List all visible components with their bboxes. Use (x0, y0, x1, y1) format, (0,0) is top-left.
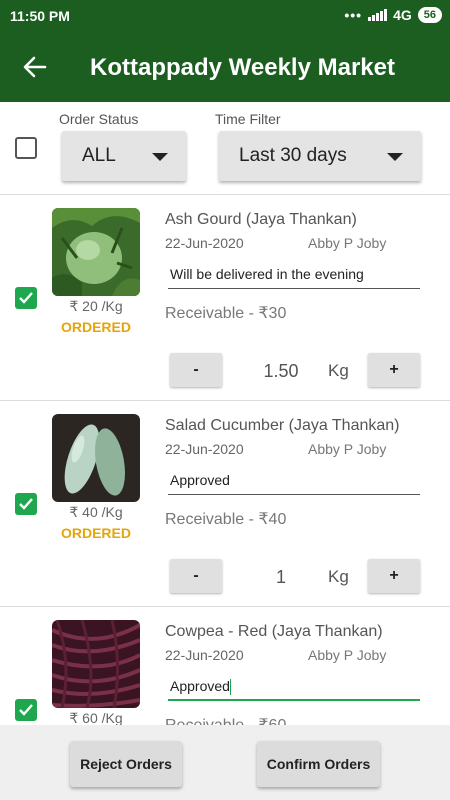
signal-icon (368, 9, 388, 21)
order-item: ₹ 40 /Kg ORDERED Salad Cucumber (Jaya Th… (0, 401, 450, 607)
increase-quantity-button[interactable]: + (368, 353, 420, 387)
unit-price: ₹ 60 /Kg (69, 710, 123, 725)
check-icon (19, 292, 33, 304)
chevron-down-icon (387, 153, 403, 161)
unit-price: ₹ 40 /Kg (69, 504, 123, 520)
order-status-label: Order Status (59, 111, 139, 127)
order-status-value: ALL (82, 145, 116, 166)
quantity-value: 1 (275, 567, 286, 587)
order-item: ₹ 60 /Kg Cowpea - Red (Jaya Thankan) 22-… (0, 607, 450, 725)
receivable-amount: Receivable - ₹60 (165, 715, 286, 725)
order-date: 22-Jun-2020 (165, 235, 244, 251)
more-dots-icon: ••• (344, 7, 363, 23)
buyer-name: Abby P Joby (308, 441, 387, 457)
status-icons: ••• 4G 56 (344, 7, 442, 23)
product-image-salad-cucumber (52, 414, 140, 502)
product-image-cowpea-red (52, 620, 140, 708)
order-checkbox[interactable] (15, 699, 37, 721)
status-time: 11:50 PM (10, 8, 70, 24)
order-checkbox[interactable] (15, 287, 37, 309)
receivable-amount: Receivable - ₹40 (165, 511, 287, 528)
product-image-ash-gourd (52, 208, 140, 296)
back-button[interactable] (20, 52, 50, 82)
quantity-unit: Kg (328, 567, 349, 586)
order-item: ₹ 20 /Kg ORDERED Ash Gourd (Jaya Thankan… (0, 195, 450, 401)
order-status-badge: ORDERED (60, 525, 131, 541)
order-note-field[interactable]: Approved (168, 465, 420, 495)
receivable-amount: Receivable - ₹30 (165, 305, 287, 322)
decrease-quantity-button[interactable]: - (170, 353, 222, 387)
confirm-orders-button[interactable]: Confirm Orders (257, 741, 380, 787)
order-status-dropdown[interactable]: ALL (62, 131, 186, 181)
reject-orders-button[interactable]: Reject Orders (70, 741, 182, 787)
buyer-name: Abby P Joby (308, 647, 387, 663)
check-icon (19, 498, 33, 510)
quantity-unit: Kg (328, 361, 349, 380)
filter-bar: Order Status ALL Time Filter Last 30 day… (0, 102, 450, 195)
chevron-down-icon (152, 153, 168, 161)
product-name: Ash Gourd (Jaya Thankan) (165, 211, 357, 228)
arrow-left-icon (23, 56, 47, 78)
time-filter-value: Last 30 days (239, 145, 347, 166)
increase-quantity-button[interactable]: + (368, 559, 420, 593)
order-note-field[interactable]: Will be delivered in the evening (168, 259, 420, 289)
action-footer: Reject Orders Confirm Orders (0, 725, 450, 800)
order-note-text: Approved (170, 678, 230, 694)
buyer-name: Abby P Joby (308, 235, 387, 251)
app-bar: Kottappady Weekly Market (0, 32, 450, 102)
check-icon (19, 704, 33, 716)
order-date: 22-Jun-2020 (165, 441, 244, 457)
battery-icon: 56 (417, 7, 442, 23)
product-name: Cowpea - Red (Jaya Thankan) (165, 623, 383, 640)
product-name: Salad Cucumber (Jaya Thankan) (165, 417, 400, 434)
select-all-checkbox[interactable] (15, 137, 37, 159)
time-filter-dropdown[interactable]: Last 30 days (219, 131, 421, 181)
decrease-quantity-button[interactable]: - (170, 559, 222, 593)
quantity-value: 1.50 (263, 361, 299, 381)
order-list[interactable]: ₹ 20 /Kg ORDERED Ash Gourd (Jaya Thankan… (0, 195, 450, 725)
order-date: 22-Jun-2020 (165, 647, 244, 663)
time-filter-label: Time Filter (215, 111, 281, 127)
order-note-field[interactable]: Approved (168, 671, 420, 701)
order-status-badge: ORDERED (60, 319, 131, 335)
network-type: 4G (393, 7, 412, 23)
text-cursor (229, 679, 231, 696)
order-checkbox[interactable] (15, 493, 37, 515)
status-bar: 11:50 PM ••• 4G 56 (0, 0, 450, 32)
unit-price: ₹ 20 /Kg (69, 298, 123, 314)
page-title: Kottappady Weekly Market (90, 54, 395, 81)
